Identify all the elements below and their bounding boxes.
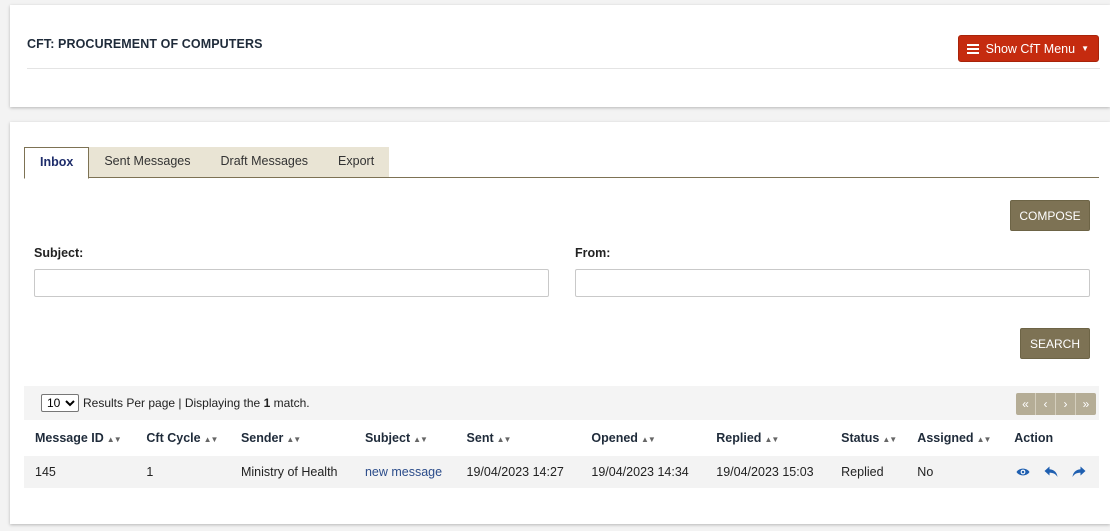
sort-icon: ▲▼: [640, 435, 656, 444]
cell-replied: 19/04/2023 15:03: [705, 456, 831, 488]
column-message-id[interactable]: Message ID ▲▼: [24, 420, 135, 456]
tab-export[interactable]: Export: [323, 147, 390, 177]
compose-button[interactable]: COMPOSE: [1010, 200, 1090, 231]
table-row: 145 1 Ministry of Health new message 19/…: [24, 456, 1099, 488]
reply-icon[interactable]: [1044, 466, 1058, 478]
from-input[interactable]: [575, 269, 1090, 297]
sort-icon: ▲▼: [413, 435, 428, 444]
column-cft-cycle[interactable]: Cft Cycle ▲▼: [135, 420, 230, 456]
message-tabs: Inbox Sent Messages Draft Messages Expor…: [24, 147, 1099, 179]
cell-sender: Ministry of Health: [229, 456, 354, 488]
sort-icon: ▲▼: [203, 435, 219, 444]
last-page-button[interactable]: »: [1076, 393, 1096, 415]
sort-icon: ▲▼: [976, 435, 992, 444]
sort-icon: ▲▼: [882, 435, 897, 444]
view-icon[interactable]: [1016, 467, 1030, 477]
from-label: From:: [575, 246, 611, 260]
tab-sent-messages[interactable]: Sent Messages: [89, 147, 206, 177]
column-subject[interactable]: Subject ▲▼: [354, 420, 456, 456]
cell-action: [1003, 456, 1099, 488]
cell-message-id: 145: [24, 456, 136, 488]
pagination: « ‹ › »: [1016, 393, 1096, 415]
sort-icon: ▲▼: [286, 435, 301, 444]
per-page-control: 10 Results Per page | Displaying the 1 m…: [41, 394, 310, 412]
match-suffix: match.: [273, 396, 310, 410]
sort-icon: ▲▼: [106, 435, 122, 444]
show-cft-menu-label: Show CfT Menu: [985, 41, 1076, 56]
results-summary-text: Results Per page | Displaying the: [83, 396, 261, 410]
tab-draft-messages[interactable]: Draft Messages: [205, 147, 324, 177]
cell-status: Replied: [830, 456, 907, 488]
title-divider: [27, 68, 1100, 69]
messages-table: Message ID ▲▼ Cft Cycle ▲▼ Sender ▲▼ Subjec…: [24, 420, 1099, 488]
cell-opened: 19/04/2023 14:34: [580, 456, 706, 488]
cell-cft-cycle: 1: [135, 456, 230, 488]
per-page-select[interactable]: 10: [41, 394, 79, 412]
column-action: Action: [1014, 431, 1054, 445]
column-opened[interactable]: Opened ▲▼: [580, 420, 705, 456]
cell-subject: new message: [353, 456, 456, 488]
page-title: CFT: PROCUREMENT OF COMPUTERS: [27, 37, 263, 51]
column-sent[interactable]: Sent ▲▼: [456, 420, 581, 456]
show-cft-menu-button[interactable]: Show CfT Menu ▼: [957, 35, 1099, 62]
prev-page-button[interactable]: ‹: [1036, 393, 1056, 415]
results-summary: Results Per page | Displaying the 1 matc…: [83, 396, 310, 410]
caret-down-icon: ▼: [1081, 44, 1089, 53]
column-assigned[interactable]: Assigned ▲▼: [906, 420, 1003, 456]
results-bar: 10 Results Per page | Displaying the 1 m…: [24, 386, 1099, 420]
sort-icon: ▲▼: [764, 435, 779, 444]
next-page-button[interactable]: ›: [1056, 393, 1076, 415]
subject-input[interactable]: [34, 269, 549, 297]
search-button[interactable]: SEARCH: [1020, 328, 1090, 359]
column-replied[interactable]: Replied ▲▼: [705, 420, 830, 456]
subject-link[interactable]: new message: [365, 465, 442, 479]
subject-label: Subject:: [34, 246, 84, 260]
first-page-button[interactable]: «: [1016, 393, 1036, 415]
cell-assigned: No: [906, 456, 1004, 488]
match-count: 1: [263, 396, 271, 410]
column-sender[interactable]: Sender ▲▼: [230, 420, 354, 456]
list-icon: [966, 43, 979, 54]
table-header-row: Message ID ▲▼ Cft Cycle ▲▼ Sender ▲▼ Subjec…: [24, 420, 1099, 456]
tab-inbox[interactable]: Inbox: [24, 147, 90, 179]
sort-icon: ▲▼: [496, 435, 512, 444]
header-panel: CFT: PROCUREMENT OF COMPUTERS Show CfT M…: [10, 5, 1110, 107]
column-status[interactable]: Status ▲▼: [830, 420, 906, 456]
messages-panel: Inbox Sent Messages Draft Messages Expor…: [10, 122, 1110, 524]
forward-icon[interactable]: [1072, 466, 1086, 478]
cell-sent: 19/04/2023 14:27: [455, 456, 581, 488]
